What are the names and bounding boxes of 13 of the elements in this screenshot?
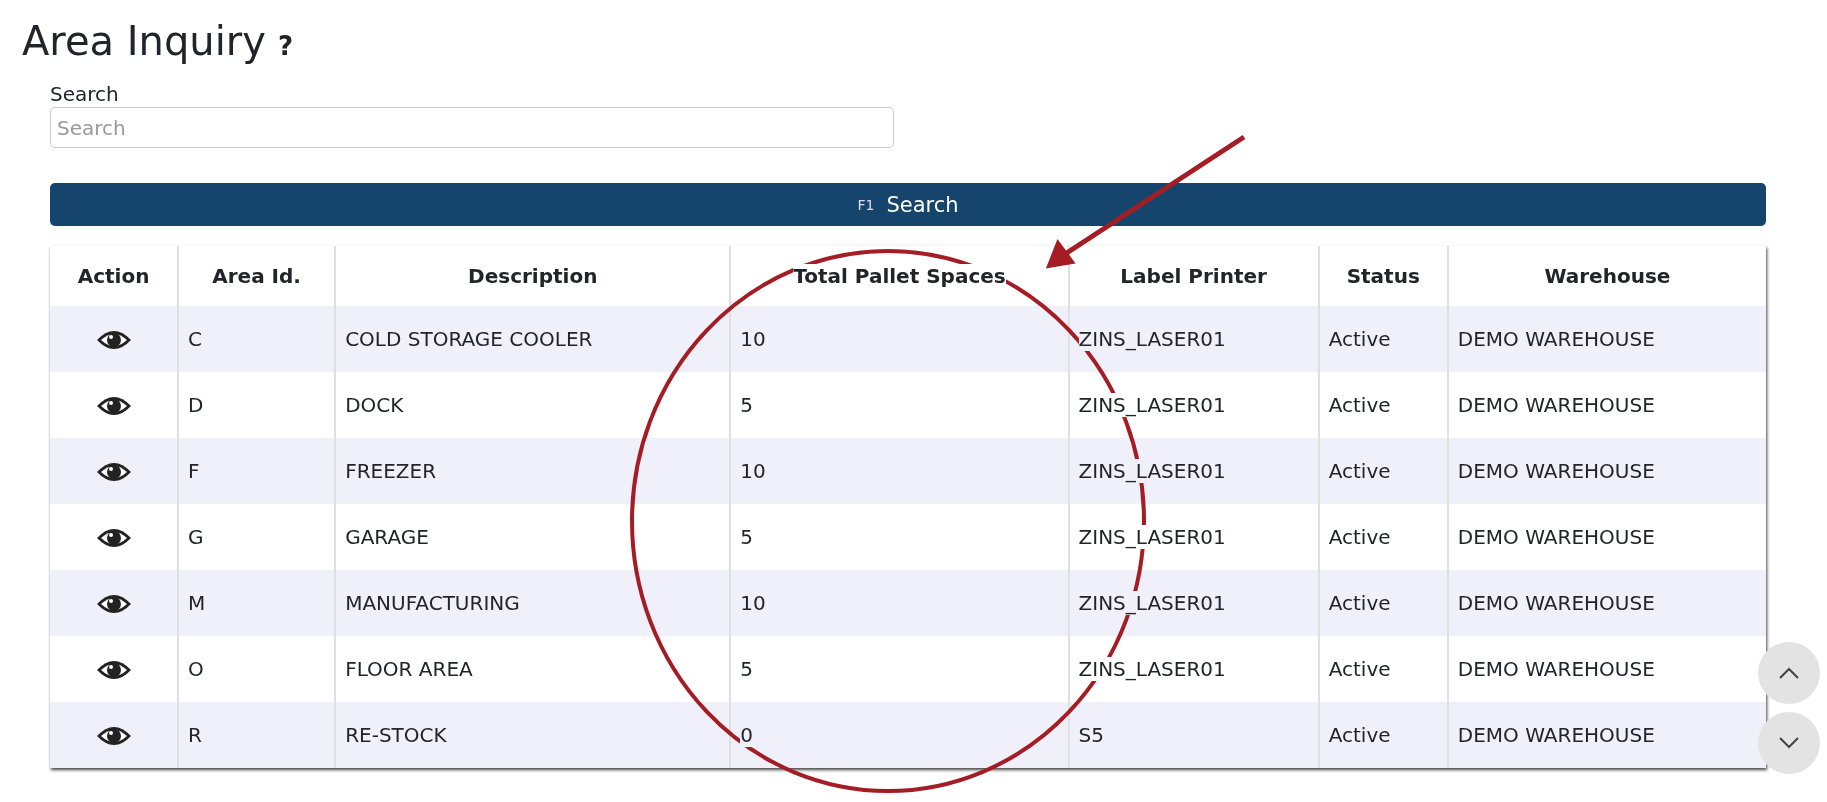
table-cell: ZINS_LASER01: [1078, 525, 1226, 549]
table-cell: ZINS_LASER01: [1078, 459, 1226, 483]
table-cell: ZINS_LASER01: [1078, 657, 1226, 681]
chevron-up-icon: [1778, 667, 1800, 679]
chevron-down-icon: [1778, 737, 1800, 749]
table-cell: ZINS_LASER01: [1078, 393, 1226, 417]
page-title: Area Inquiry: [22, 18, 266, 64]
help-link[interactable]: ?: [277, 31, 293, 61]
column-header: Total Pallet Spaces: [793, 264, 1006, 288]
table-cell: ZINS_LASER01: [1078, 591, 1226, 615]
search-label: Search: [50, 82, 119, 106]
search-field[interactable]: Search: [50, 107, 894, 148]
search-button[interactable]: F1 Search: [50, 183, 1766, 226]
